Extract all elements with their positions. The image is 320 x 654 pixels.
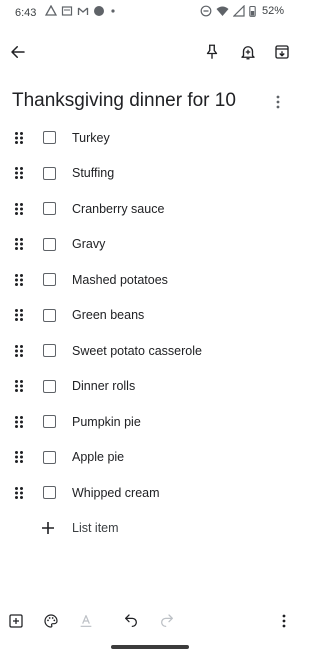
more-options-button[interactable]	[266, 90, 290, 114]
list-item: Gravy	[0, 227, 300, 263]
add-list-item-label: List item	[72, 521, 119, 536]
news-icon	[61, 6, 73, 16]
item-checkbox[interactable]	[43, 237, 56, 251]
item-label[interactable]: Mashed potatoes	[72, 273, 168, 287]
gesture-navigation-bar[interactable]	[111, 645, 189, 649]
system-icons: 52%	[200, 5, 284, 17]
background-options-button[interactable]	[40, 610, 62, 632]
archive-button[interactable]	[268, 38, 296, 66]
add-list-item-row[interactable]: List item	[0, 511, 300, 547]
list-item: Whipped cream	[0, 475, 300, 511]
add-content-button[interactable]	[5, 610, 27, 632]
battery-percent: 52%	[261, 5, 284, 17]
alert-icon	[45, 5, 57, 16]
reminder-button[interactable]	[234, 38, 262, 66]
item-label[interactable]: Stuffing	[72, 166, 114, 180]
drag-handle-icon[interactable]	[12, 344, 26, 358]
item-checkbox[interactable]	[43, 131, 56, 145]
item-checkbox[interactable]	[43, 273, 56, 287]
notification-icons	[45, 5, 117, 17]
item-checkbox[interactable]	[43, 415, 56, 429]
drag-handle-icon[interactable]	[12, 237, 26, 251]
more-vert-icon	[276, 95, 280, 109]
status-bar: 6:43 52%	[0, 0, 300, 28]
archive-icon	[275, 45, 289, 59]
redo-icon	[161, 614, 173, 627]
list-item: Dinner rolls	[0, 369, 300, 405]
item-label[interactable]: Sweet potato casserole	[72, 344, 202, 358]
item-checkbox[interactable]	[43, 308, 56, 322]
drag-handle-icon[interactable]	[12, 486, 26, 500]
item-checkbox[interactable]	[43, 166, 56, 180]
list-item: Sweet potato casserole	[0, 333, 300, 369]
item-checkbox[interactable]	[43, 344, 56, 358]
back-button[interactable]	[4, 38, 32, 66]
signal-icon	[232, 5, 245, 17]
dot-icon	[111, 9, 115, 13]
dnd-icon	[200, 5, 212, 17]
palette-icon	[44, 614, 58, 628]
add-box-icon	[9, 614, 23, 628]
item-checkbox[interactable]	[43, 450, 56, 464]
undo-icon	[125, 614, 137, 627]
item-checkbox[interactable]	[43, 379, 56, 393]
drag-handle-icon[interactable]	[12, 450, 26, 464]
item-label[interactable]: Dinner rolls	[72, 379, 135, 393]
drag-handle-icon[interactable]	[12, 131, 26, 145]
gmail-icon	[77, 7, 89, 15]
item-checkbox[interactable]	[43, 202, 56, 216]
bottom-toolbar	[0, 606, 300, 636]
drag-handle-icon[interactable]	[12, 379, 26, 393]
bell-add-icon	[241, 46, 255, 60]
checklist: Turkey Stuffing Cranberry sauce Gravy Mashed…	[0, 120, 300, 546]
drag-handle-icon[interactable]	[12, 202, 26, 216]
item-label[interactable]: Cranberry sauce	[72, 202, 164, 216]
undo-button[interactable]	[120, 610, 142, 632]
app-icon	[94, 6, 104, 16]
pin-icon	[206, 44, 218, 59]
item-label[interactable]: Turkey	[72, 131, 110, 145]
battery-icon	[249, 5, 256, 17]
drag-handle-icon[interactable]	[12, 308, 26, 322]
list-item: Turkey	[0, 120, 300, 156]
item-label[interactable]: Pumpkin pie	[72, 415, 141, 429]
top-app-bar	[0, 34, 300, 70]
text-format-button[interactable]	[75, 610, 97, 632]
drag-handle-icon[interactable]	[12, 166, 26, 180]
text-format-icon	[80, 615, 92, 627]
arrow-back-icon	[11, 46, 25, 58]
more-actions-button[interactable]	[273, 610, 295, 632]
note-title[interactable]: Thanksgiving dinner for 10	[12, 90, 236, 112]
item-label[interactable]: Whipped cream	[72, 486, 160, 500]
list-item: Apple pie	[0, 440, 300, 476]
item-label[interactable]: Apple pie	[72, 450, 124, 464]
list-item: Green beans	[0, 298, 300, 334]
redo-button[interactable]	[156, 610, 178, 632]
item-checkbox[interactable]	[43, 486, 56, 500]
plus-icon	[41, 519, 55, 539]
list-item: Pumpkin pie	[0, 404, 300, 440]
more-vert-icon	[282, 614, 286, 628]
item-label[interactable]: Green beans	[72, 308, 144, 322]
list-item: Mashed potatoes	[0, 262, 300, 298]
drag-handle-icon[interactable]	[12, 415, 26, 429]
drag-handle-icon[interactable]	[12, 273, 26, 287]
list-item: Stuffing	[0, 156, 300, 192]
pin-button[interactable]	[198, 38, 226, 66]
status-time: 6:43	[15, 7, 37, 19]
item-label[interactable]: Gravy	[72, 237, 105, 251]
list-item: Cranberry sauce	[0, 191, 300, 227]
wifi-icon	[216, 6, 229, 16]
